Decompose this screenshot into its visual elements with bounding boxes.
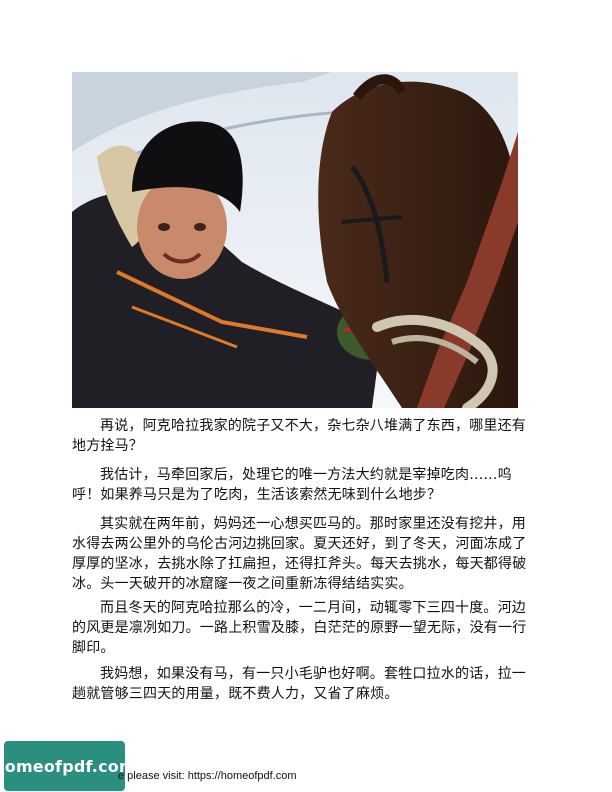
footer-visit-link[interactable]: e please visit: https://homeofpdf.com xyxy=(118,770,297,782)
paragraph-2: 我估计，马牵回家后，处理它的唯一方法大约就是宰掉吃肉……呜呼！如果养马只是为了吃… xyxy=(72,467,512,503)
paragraph-3: 其实就在两年前，妈妈还一心想买匹马的。那时家里还没有挖井，用水得去两公里外的乌伦… xyxy=(72,516,527,592)
paragraph-5: 我妈想，如果没有马，有一只小毛驴也好啊。套牲口拉水的话，拉一趟就管够三四天的用量… xyxy=(72,666,526,702)
homeofpdf-logo-badge[interactable]: homeofpdf.com xyxy=(0,741,136,791)
paragraph-1: 再说，阿克哈拉我家的院子又不大，杂七杂八堆满了东西，哪里还有地方拴马？ xyxy=(72,418,526,454)
paragraph-4: 而且冬天的阿克哈拉那么的冷，一二月间，动辄零下三四十度。河边的风更是凛冽如刀。一… xyxy=(72,600,527,656)
homeofpdf-logo-text: homeofpdf.com xyxy=(0,756,136,776)
photo-child-with-horse xyxy=(72,72,518,408)
child-horse-photo xyxy=(72,72,518,408)
